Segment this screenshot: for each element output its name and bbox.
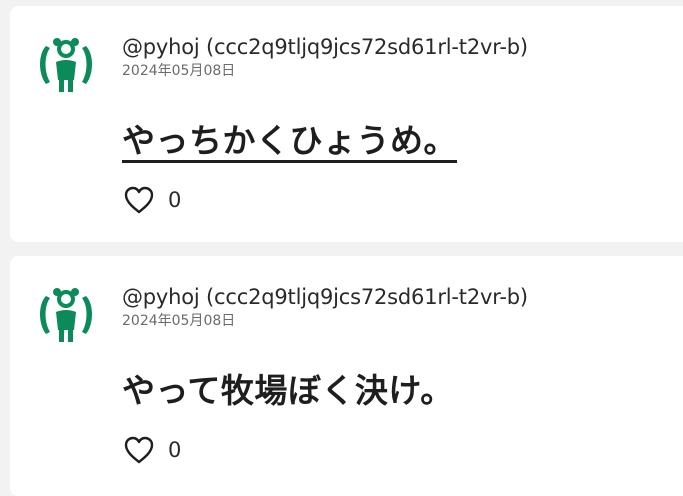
post-content: やって牧場ぼく決け。 (122, 371, 454, 410)
heart-outline-icon (124, 436, 154, 464)
post-feed: @pyhoj (ccc2q9tljq9jcs72sd61rl-t2vr-b) 2… (10, 0, 683, 496)
avatar[interactable] (36, 284, 96, 344)
post-card: @pyhoj (ccc2q9tljq9jcs72sd61rl-t2vr-b) 2… (10, 256, 683, 496)
post-card: @pyhoj (ccc2q9tljq9jcs72sd61rl-t2vr-b) 2… (10, 6, 683, 242)
post-date: 2024年05月08日 (122, 313, 236, 329)
like-row: 0 (122, 184, 181, 216)
author-handle[interactable]: @pyhoj (122, 285, 200, 309)
like-row: 0 (122, 434, 181, 466)
like-button[interactable] (122, 184, 156, 216)
post-meta: @pyhoj (ccc2q9tljq9jcs72sd61rl-t2vr-b) 2… (122, 284, 528, 330)
author-handle[interactable]: @pyhoj (122, 35, 200, 59)
author-pubkey[interactable]: (ccc2q9tljq9jcs72sd61rl-t2vr-b) (206, 285, 528, 309)
post-date: 2024年05月08日 (122, 63, 236, 79)
author-pubkey[interactable]: (ccc2q9tljq9jcs72sd61rl-t2vr-b) (206, 35, 528, 59)
avatar[interactable] (36, 34, 96, 94)
heart-outline-icon (124, 186, 154, 214)
author-name[interactable]: @pyhoj (ccc2q9tljq9jcs72sd61rl-t2vr-b) (122, 34, 528, 60)
like-button[interactable] (122, 434, 156, 466)
post-content-link[interactable]: やっちかくひょうめ。 (122, 119, 457, 163)
author-name[interactable]: @pyhoj (ccc2q9tljq9jcs72sd61rl-t2vr-b) (122, 284, 528, 310)
post-meta: @pyhoj (ccc2q9tljq9jcs72sd61rl-t2vr-b) 2… (122, 34, 528, 80)
like-count: 0 (168, 438, 182, 462)
like-count: 0 (168, 188, 182, 212)
